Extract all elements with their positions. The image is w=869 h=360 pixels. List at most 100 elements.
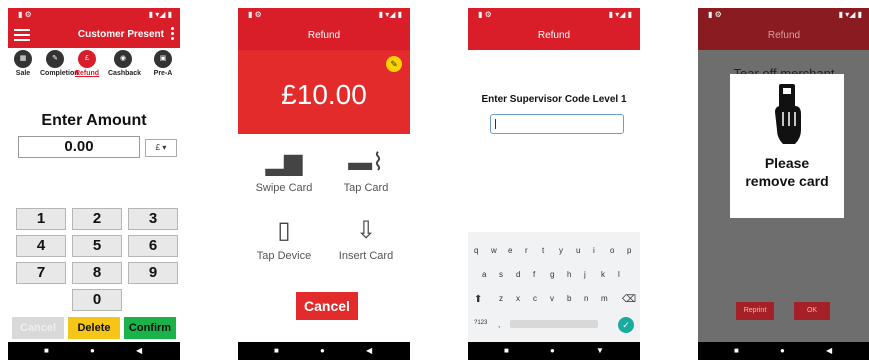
- key-n[interactable]: n: [584, 294, 588, 303]
- supervisor-prompt: Enter Supervisor Code Level 1: [481, 94, 627, 105]
- tap-device-icon: ▯: [277, 217, 291, 244]
- key-t[interactable]: t: [542, 246, 544, 255]
- key-r[interactable]: r: [525, 246, 528, 255]
- key-u[interactable]: u: [576, 246, 580, 255]
- key-m[interactable]: m: [601, 294, 608, 303]
- key-i[interactable]: i: [593, 246, 595, 255]
- key-0[interactable]: 0: [72, 289, 122, 311]
- tab-cashback[interactable]: ◉ Cashback: [108, 50, 142, 77]
- recents-icon[interactable]: ■: [734, 346, 739, 355]
- key-7[interactable]: 7: [16, 262, 66, 284]
- dialog-message: Please remove card: [730, 154, 844, 190]
- message-line-2: remove card: [745, 173, 829, 189]
- key-j[interactable]: j: [584, 270, 586, 279]
- reprint-button[interactable]: Reprint: [736, 302, 774, 320]
- key-g[interactable]: g: [550, 270, 554, 279]
- key-h[interactable]: h: [567, 270, 571, 279]
- option-label: Tap Device: [256, 250, 312, 262]
- key-4[interactable]: 4: [16, 235, 66, 257]
- key-b[interactable]: b: [567, 294, 571, 303]
- home-icon[interactable]: ●: [320, 346, 325, 355]
- currency-select[interactable]: £ ▾: [145, 139, 177, 157]
- key-e[interactable]: e: [508, 246, 512, 255]
- shift-icon[interactable]: ⬆: [474, 294, 482, 305]
- backspace-icon[interactable]: ⌫: [622, 294, 636, 305]
- key-c[interactable]: c: [533, 294, 537, 303]
- tap-card-option[interactable]: ▬⌇ Tap Card: [326, 148, 406, 194]
- spacebar[interactable]: [510, 320, 598, 328]
- option-label: Insert Card: [338, 250, 394, 262]
- key-9[interactable]: 9: [128, 262, 178, 284]
- comma-key[interactable]: ,: [498, 320, 500, 329]
- header-title: Refund: [238, 22, 410, 50]
- tab-label: Cashback: [108, 70, 142, 77]
- back-icon[interactable]: ◀: [826, 346, 832, 355]
- key-s[interactable]: s: [499, 270, 503, 279]
- key-3[interactable]: 3: [128, 208, 178, 230]
- tap-device-option[interactable]: ▯ Tap Device: [244, 216, 324, 262]
- tab-sale[interactable]: ▦ Sale: [8, 50, 38, 77]
- key-q[interactable]: q: [474, 246, 478, 255]
- header-title: Refund: [698, 22, 869, 50]
- supervisor-code-input[interactable]: [490, 114, 624, 134]
- back-icon[interactable]: ◀: [136, 346, 142, 355]
- key-l[interactable]: l: [618, 270, 620, 279]
- android-nav-bar: ■ ● ▼: [468, 342, 640, 360]
- back-icon[interactable]: ◀: [366, 346, 372, 355]
- key-k[interactable]: k: [601, 270, 605, 279]
- key-5[interactable]: 5: [72, 235, 122, 257]
- key-z[interactable]: z: [499, 294, 503, 303]
- status-bar: ▮ ⚙ ▮ ▾◢ ▮: [468, 8, 640, 22]
- key-6[interactable]: 6: [128, 235, 178, 257]
- recents-icon[interactable]: ■: [274, 346, 279, 355]
- key-w[interactable]: w: [491, 246, 497, 255]
- key-a[interactable]: a: [482, 270, 486, 279]
- enter-check-icon[interactable]: ✓: [618, 317, 634, 333]
- insert-card-option[interactable]: ⇩ Insert Card: [326, 216, 406, 262]
- amount-display: £10.00: [238, 50, 410, 134]
- android-nav-bar: ■ ● ◀: [698, 342, 869, 360]
- key-f[interactable]: f: [533, 270, 535, 279]
- recents-icon[interactable]: ■: [44, 346, 49, 355]
- phone-remove-card: ▮ ⚙▮ ▾◢ ▮ Refund Tear off merchant Pleas…: [698, 8, 869, 360]
- key-x[interactable]: x: [516, 294, 520, 303]
- hide-keyboard-icon[interactable]: ▼: [596, 346, 604, 355]
- remove-card-dialog: Please remove card: [730, 74, 844, 218]
- home-icon[interactable]: ●: [780, 346, 785, 355]
- ok-button[interactable]: OK: [794, 302, 830, 320]
- text-caret: [495, 119, 496, 129]
- home-icon[interactable]: ●: [90, 346, 95, 355]
- swipe-card-option[interactable]: ▂▆ Swipe Card: [244, 148, 324, 194]
- tap-card-icon: ▬⌇: [348, 149, 384, 176]
- cancel-button[interactable]: Cancel: [296, 292, 358, 320]
- key-o[interactable]: o: [610, 246, 614, 255]
- tab-refund[interactable]: £ Refund: [72, 50, 102, 77]
- header-title: Customer Present: [77, 29, 164, 40]
- option-label: Tap Card: [343, 182, 389, 194]
- recents-icon[interactable]: ■: [504, 346, 509, 355]
- more-options-icon[interactable]: [171, 27, 174, 42]
- delete-button[interactable]: Delete: [68, 317, 120, 339]
- completion-icon: ✎: [46, 50, 64, 68]
- currency-value: £: [155, 143, 161, 152]
- amount-input[interactable]: 0.00: [18, 136, 140, 158]
- symbols-key[interactable]: ?123: [474, 320, 487, 326]
- key-2[interactable]: 2: [72, 208, 122, 230]
- home-icon[interactable]: ●: [550, 346, 555, 355]
- key-p[interactable]: p: [627, 246, 631, 255]
- tab-pre-auth[interactable]: ▣ Pre-A: [148, 50, 178, 77]
- status-bar: ▮ ⚙ ▮ ▾◢ ▮: [238, 8, 410, 22]
- key-8[interactable]: 8: [72, 262, 122, 284]
- key-d[interactable]: d: [516, 270, 520, 279]
- confirm-button[interactable]: Confirm: [124, 317, 176, 339]
- message-line-1: Please: [764, 155, 810, 171]
- refund-icon: £: [78, 50, 96, 68]
- soft-keyboard: q w e r t y u i o p a s d f g h j k l ⬆ …: [468, 232, 640, 342]
- key-v[interactable]: v: [550, 294, 554, 303]
- key-1[interactable]: 1: [16, 208, 66, 230]
- cancel-button[interactable]: Cancel: [12, 317, 64, 339]
- tab-completion[interactable]: ✎ Completion: [40, 50, 79, 77]
- android-nav-bar: ■ ● ◀: [238, 342, 410, 360]
- key-y[interactable]: y: [559, 246, 563, 255]
- menu-icon[interactable]: [14, 29, 30, 41]
